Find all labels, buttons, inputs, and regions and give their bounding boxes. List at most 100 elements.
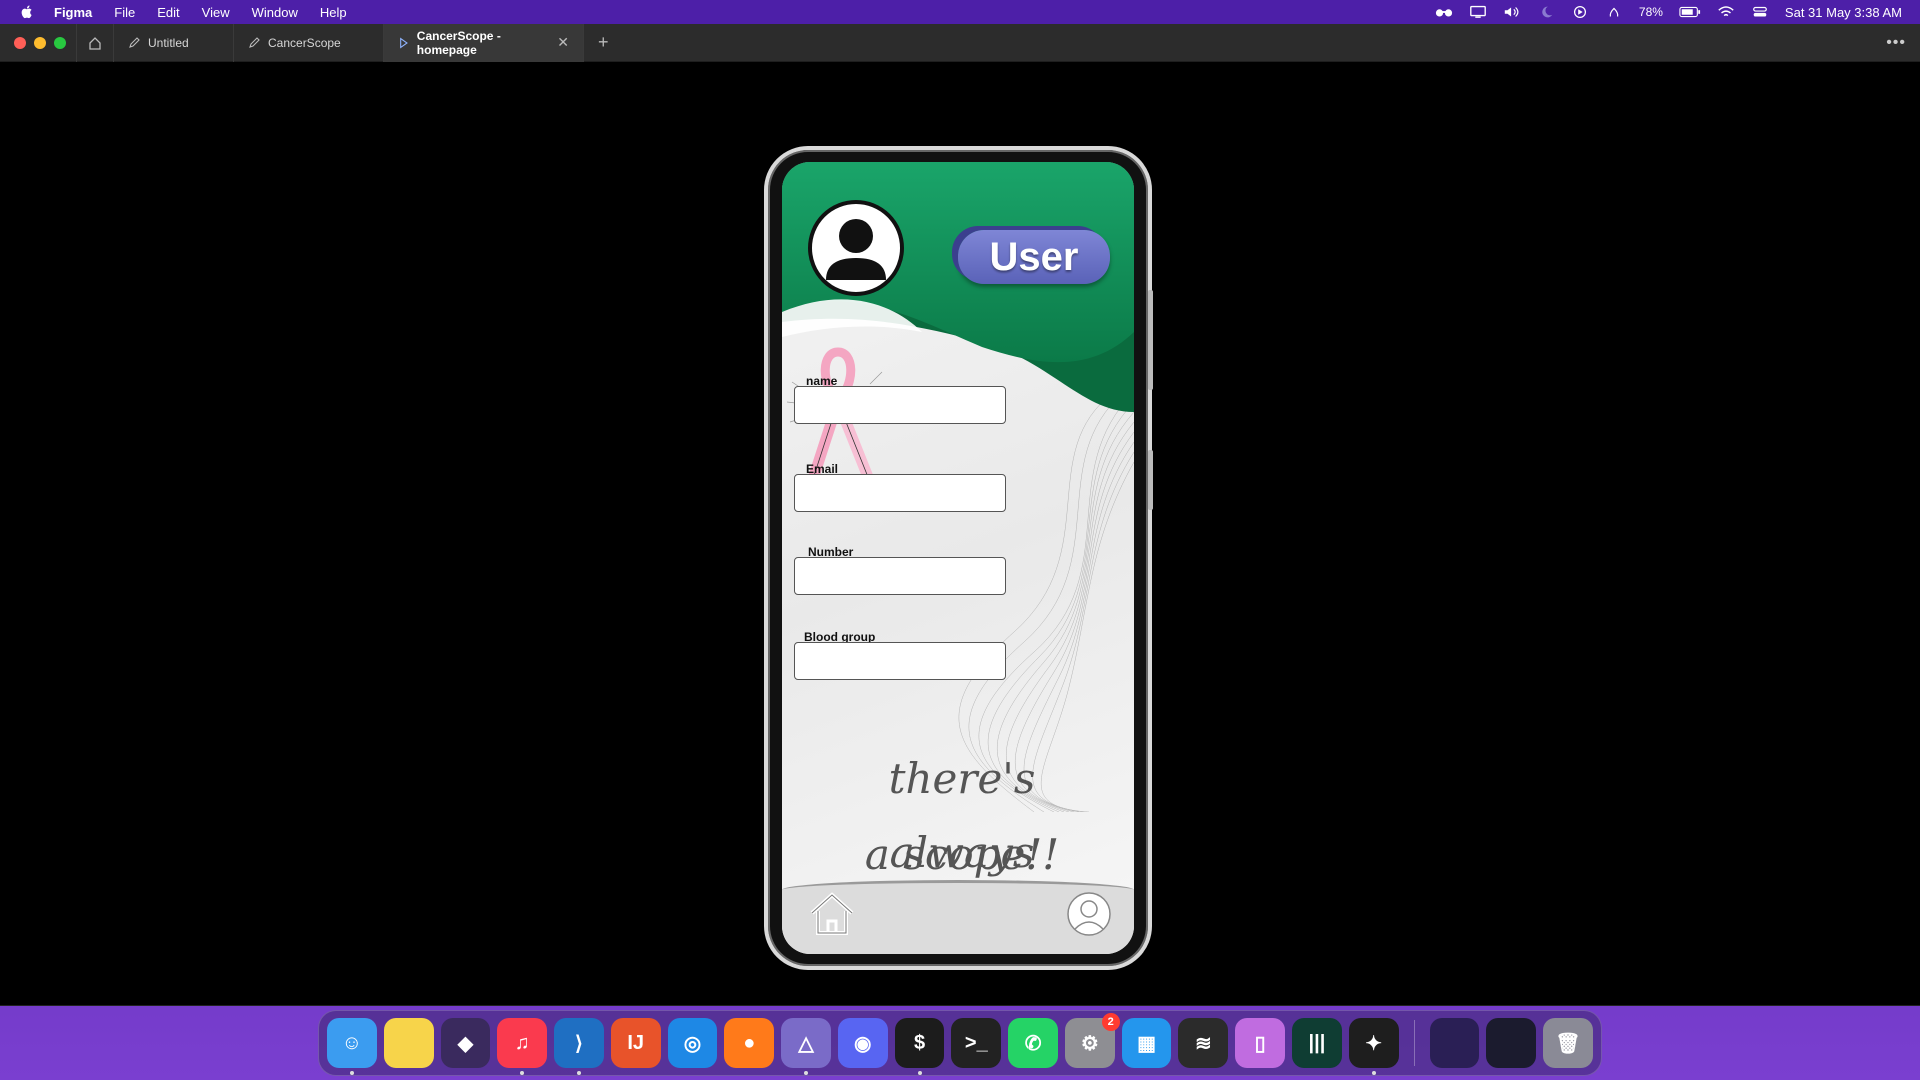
phone-mockup: User name Email Number Blood group there… (764, 146, 1153, 970)
home-icon (89, 36, 101, 50)
menu-bar: Figma File Edit View Window Help 78% Sat… (0, 0, 1920, 24)
menu-file[interactable]: File (114, 5, 135, 20)
menu-help[interactable]: Help (320, 5, 347, 20)
firefox-glyph: ● (743, 1031, 756, 1054)
safari-glyph: ◎ (683, 1032, 702, 1055)
terminal-dark-glyph: $ (913, 1031, 926, 1054)
whatsapp-glyph: ✆ (1024, 1032, 1042, 1055)
running-indicator (1371, 1071, 1376, 1075)
figma-glyph: ✦ (1365, 1032, 1383, 1055)
user-button[interactable]: User (958, 230, 1110, 284)
simulator-glyph: ▯ (1254, 1032, 1266, 1055)
system-settings-app-icon[interactable]: ⚙ 2 (1064, 1013, 1120, 1068)
fingerprint-icon[interactable] (1605, 5, 1623, 19)
obsidian-app-icon[interactable]: ◆ (440, 1018, 491, 1068)
volume-icon[interactable] (1503, 5, 1521, 19)
discord-glyph: ◉ (854, 1032, 872, 1055)
waveform-glyph: ||| (1308, 1031, 1326, 1054)
profile-nav-icon[interactable] (1066, 891, 1112, 937)
minimized-window-icon[interactable] (1429, 1018, 1480, 1068)
finder-glyph: ☺ (341, 1031, 363, 1054)
blood-group-input[interactable] (794, 642, 1006, 680)
docker-app-icon[interactable]: ▦ (1121, 1018, 1172, 1068)
running-indicator (577, 1071, 582, 1075)
figma-app-icon[interactable]: ✦ (1348, 1018, 1399, 1075)
menu-view[interactable]: View (202, 5, 230, 20)
number-input[interactable] (794, 557, 1006, 595)
more-options-icon[interactable]: ••• (1886, 34, 1920, 52)
safari-app-icon[interactable]: ◎ (667, 1018, 718, 1068)
dock-separator (1413, 1020, 1415, 1066)
firefox-app-icon[interactable]: ● (724, 1018, 775, 1068)
system-settings-glyph: ⚙ (1080, 1032, 1099, 1055)
tab-label: CancerScope (268, 35, 341, 50)
music-glyph: ♫ (514, 1031, 530, 1054)
audio-app-icon[interactable]: ≋ (1178, 1018, 1229, 1068)
name-input[interactable] (794, 386, 1006, 424)
battery-percent: 78% (1638, 5, 1663, 19)
close-window-button[interactable] (14, 36, 26, 49)
menu-edit[interactable]: Edit (157, 5, 179, 20)
affinity-glyph: △ (798, 1032, 814, 1055)
docker-glyph: ▦ (1137, 1032, 1157, 1055)
notes-app-icon[interactable] (383, 1018, 434, 1068)
tab-untitled[interactable]: Untitled (114, 23, 234, 62)
running-indicator (804, 1071, 809, 1075)
tab-bar: Untitled CancerScope CancerScope - homep… (0, 23, 1920, 62)
pen-icon (129, 36, 140, 48)
close-tab-icon[interactable]: ✕ (557, 34, 569, 51)
intellij-app-icon[interactable]: IJ (610, 1018, 661, 1068)
home-button[interactable] (76, 23, 114, 62)
menubar-datetime[interactable]: Sat 31 May 3:38 AM (1785, 5, 1902, 20)
tab-cancerscope-homepage[interactable]: CancerScope - homepage ✕ (384, 23, 584, 62)
apple-icon[interactable] (18, 4, 36, 20)
trash-icon[interactable]: 🗑 (1543, 1018, 1593, 1068)
email-input[interactable] (794, 474, 1006, 512)
tab-label: Untitled (148, 35, 189, 50)
terminal-glyph: >_ (964, 1031, 988, 1054)
user-avatar-icon[interactable] (808, 200, 904, 296)
running-indicator (520, 1071, 525, 1075)
minimized-window-icon[interactable] (1486, 1018, 1537, 1068)
glasses-icon[interactable] (1435, 5, 1453, 19)
phone-side-button (1148, 450, 1153, 510)
intellij-glyph: IJ (627, 1031, 645, 1054)
play-circle-icon[interactable] (1571, 5, 1589, 19)
wifi-icon[interactable] (1717, 5, 1735, 19)
display-icon[interactable] (1469, 5, 1487, 19)
tab-cancerscope[interactable]: CancerScope (234, 23, 384, 62)
battery-icon[interactable] (1679, 5, 1701, 19)
affinity-app-icon[interactable]: △ (781, 1018, 831, 1075)
phone-side-button (1148, 290, 1153, 390)
minimize-window-button[interactable] (34, 36, 46, 49)
terminal-app-icon[interactable]: >_ (951, 1018, 1002, 1068)
whatsapp-app-icon[interactable]: ✆ (1008, 1018, 1058, 1068)
notification-badge: 2 (1101, 1013, 1120, 1031)
menu-app-name[interactable]: Figma (54, 5, 92, 20)
menu-window[interactable]: Window (252, 5, 298, 20)
bottom-nav-bar (782, 880, 1134, 954)
home-nav-icon[interactable] (808, 891, 856, 937)
running-indicator (350, 1071, 354, 1075)
discord-app-icon[interactable]: ◉ (837, 1018, 888, 1068)
dock: ☺ ◆ ♫ ⟩ IJ ◎ ● △ ◉ $ >_ ✆ ⚙ 2 ▦ ≋ ▯ ||| ✦ 🗑 (318, 1010, 1602, 1076)
new-tab-button[interactable]: + (584, 32, 623, 53)
tab-label: CancerScope - homepage (416, 28, 501, 57)
audio-glyph: ≋ (1194, 1032, 1212, 1055)
vscode-glyph: ⟩ (575, 1032, 583, 1055)
app-screen: User name Email Number Blood group there… (782, 162, 1134, 954)
terminal-dark-app-icon[interactable]: $ (894, 1018, 945, 1075)
running-indicator (917, 1071, 922, 1075)
maximize-window-button[interactable] (54, 36, 66, 49)
pen-icon (249, 36, 260, 48)
play-icon (400, 36, 408, 49)
simulator-app-icon[interactable]: ▯ (1235, 1018, 1286, 1068)
window-controls (0, 36, 76, 49)
finder-app-icon[interactable]: ☺ (327, 1018, 377, 1075)
vscode-app-icon[interactable]: ⟩ (554, 1018, 604, 1075)
waveform-app-icon[interactable]: ||| (1292, 1018, 1342, 1068)
control-center-icon[interactable] (1751, 5, 1769, 19)
music-app-icon[interactable]: ♫ (497, 1018, 548, 1075)
moon-icon[interactable] (1537, 5, 1555, 19)
obsidian-glyph: ◆ (457, 1032, 474, 1055)
